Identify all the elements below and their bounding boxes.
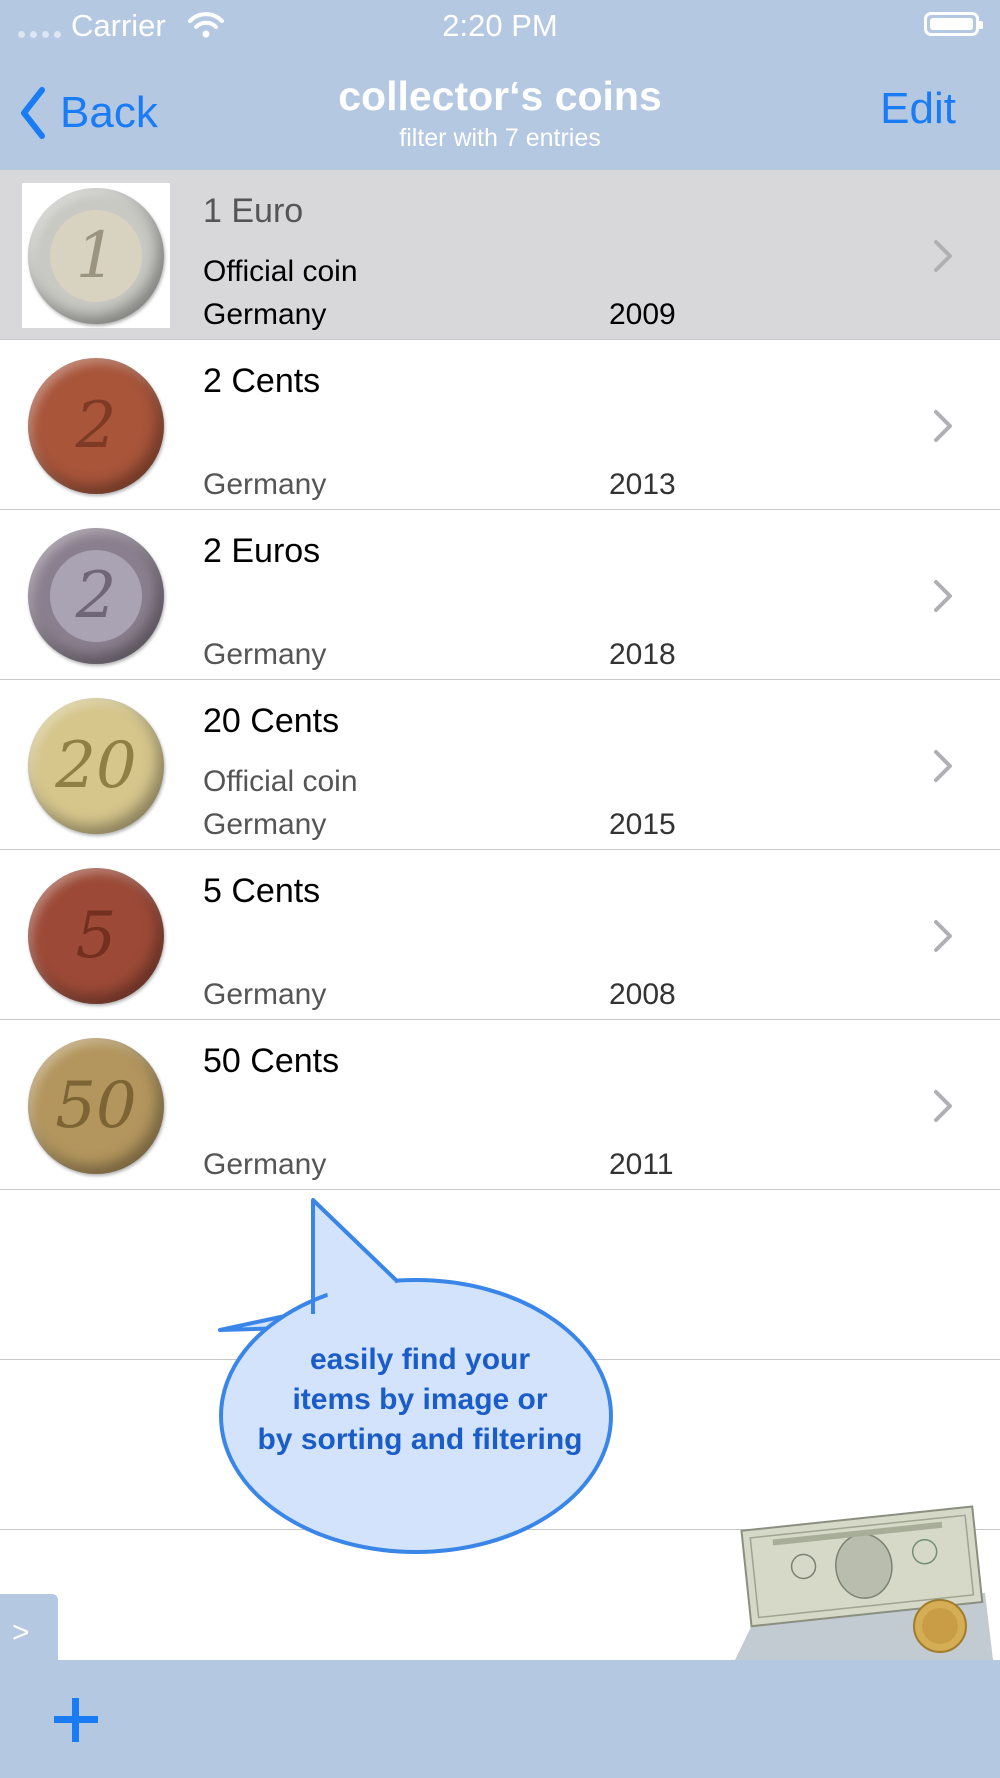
chevron-right-icon <box>934 1090 952 1122</box>
item-title: 1 Euro <box>203 192 304 230</box>
item-thumbnail: 2 <box>22 353 170 498</box>
item-title: 2 Euros <box>203 532 321 570</box>
status-time: 2:20 PM <box>442 8 558 43</box>
tip-line: items by image or <box>292 1383 548 1416</box>
item-country: Germany <box>203 808 327 841</box>
item-year: 2008 <box>609 978 676 1011</box>
item-thumbnail: 5 <box>22 863 170 1008</box>
banknote-and-coins-image <box>735 1505 993 1660</box>
item-title: 20 Cents <box>203 702 340 740</box>
item-subtitle: Official coin <box>203 765 358 798</box>
five-cent-coin-image: 5 <box>28 867 164 1004</box>
side-panel-toggle[interactable]: > <box>0 1594 58 1660</box>
chevron-right-icon <box>934 240 952 272</box>
item-thumbnail: 1 <box>22 183 170 328</box>
tip-line: easily find your <box>309 1343 531 1376</box>
list-item[interactable]: 5 5 Cents Germany 2008 <box>0 850 1000 1020</box>
tip-line: by sorting and filtering <box>257 1423 583 1456</box>
item-country: Germany <box>203 638 327 671</box>
list-item[interactable]: 20 20 Cents Official coin Germany 2015 <box>0 680 1000 850</box>
item-country: Germany <box>203 298 327 331</box>
item-year: 2015 <box>609 808 676 841</box>
page-title: collector‘s coins <box>338 73 662 119</box>
fifty-cent-coin-image: 50 <box>28 1037 164 1174</box>
side-panel-toggle-label: > <box>12 1616 30 1649</box>
list-item[interactable]: 2 2 Euros Germany 2018 <box>0 510 1000 680</box>
item-subtitle: Official coin <box>203 255 358 288</box>
item-thumbnail: 20 <box>22 693 170 838</box>
one-euro-coin-image: 1 <box>28 187 164 324</box>
chevron-right-icon <box>934 580 952 612</box>
bottom-toolbar <box>0 1660 1000 1778</box>
list-item[interactable]: 50 50 Cents Germany 2011 <box>0 1020 1000 1190</box>
two-euro-coin-image: 2 <box>28 527 164 664</box>
twenty-cent-coin-image: 20 <box>28 697 164 834</box>
edit-button[interactable]: Edit <box>880 84 956 134</box>
item-year: 2013 <box>609 468 676 501</box>
chevron-right-icon <box>934 750 952 782</box>
item-year: 2011 <box>609 1148 674 1181</box>
list-item[interactable]: 2 2 Cents Germany 2013 <box>0 340 1000 510</box>
battery-icon <box>924 12 983 36</box>
status-bar: Carrier 2:20 PM <box>0 0 1000 52</box>
item-country: Germany <box>203 468 327 501</box>
item-thumbnail: 50 <box>22 1033 170 1178</box>
navigation-bar: Carrier 2:20 PM Back collector‘s coins f… <box>0 0 1000 170</box>
item-year: 2018 <box>609 638 676 671</box>
item-country: Germany <box>203 1148 327 1181</box>
item-title: 50 Cents <box>203 1042 340 1080</box>
item-thumbnail: 2 <box>22 523 170 668</box>
chevron-right-icon <box>934 920 952 952</box>
chevron-right-icon <box>934 410 952 442</box>
item-title: 5 Cents <box>203 872 321 910</box>
tip-text: easily find your items by image or by so… <box>205 1340 635 1460</box>
item-year: 2009 <box>609 298 676 331</box>
plus-icon[interactable] <box>54 1698 98 1742</box>
page-subtitle: filter with 7 entries <box>399 124 601 152</box>
item-country: Germany <box>203 978 327 1011</box>
two-cent-coin-image: 2 <box>28 357 164 494</box>
list-item[interactable]: 1 1 Euro Official coin Germany 2009 <box>0 170 1000 340</box>
item-title: 2 Cents <box>203 362 321 400</box>
